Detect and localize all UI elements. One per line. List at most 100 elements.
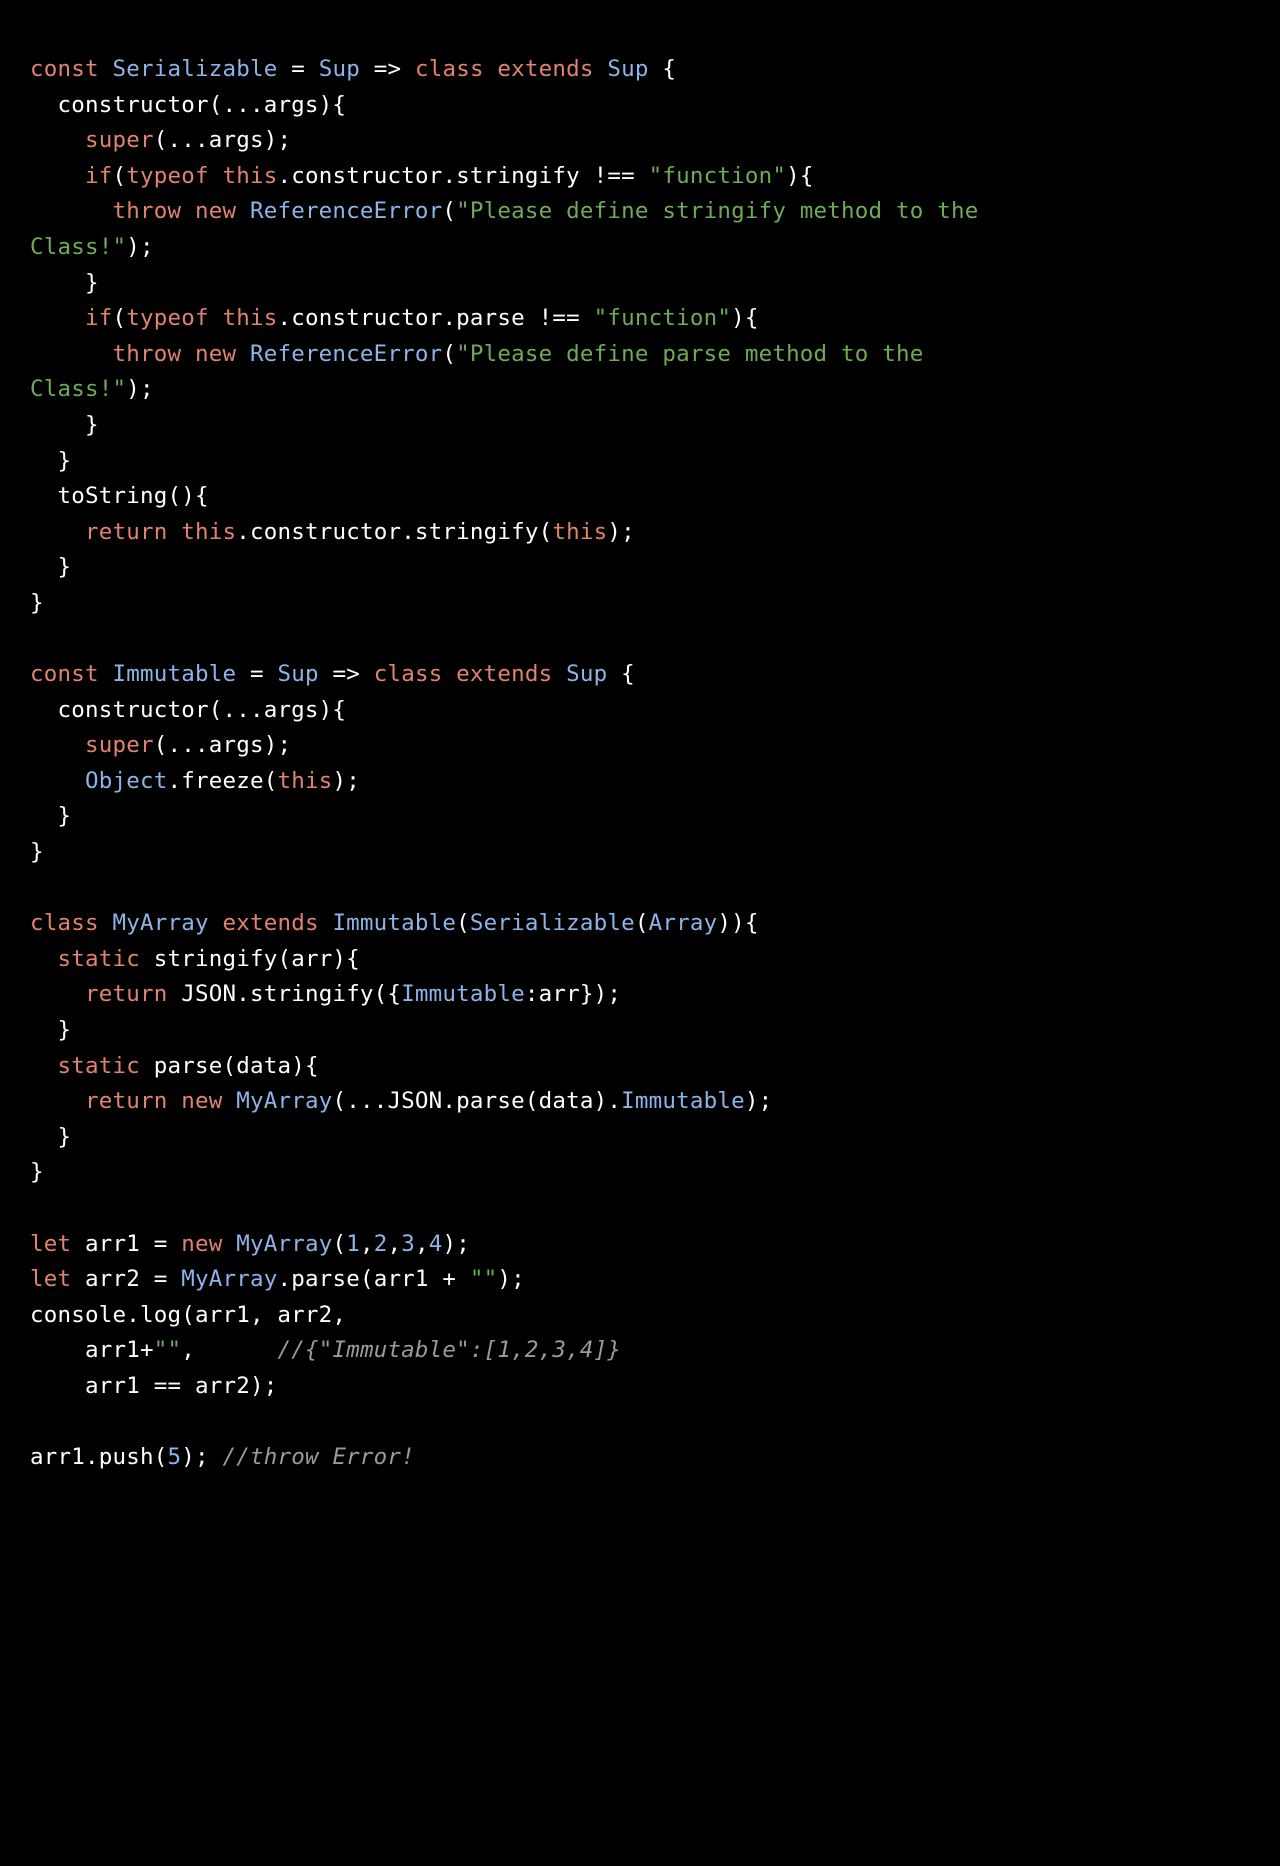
code-token-pl: .parse(arr1 + <box>277 1266 470 1293</box>
code-token-pl: :arr}); <box>524 981 622 1008</box>
code-token-str: "function" <box>648 162 787 189</box>
code-line: return this.constructor.stringify(this); <box>30 515 1040 551</box>
code-token-kw: this <box>552 518 608 545</box>
code-line: } <box>30 1120 1040 1156</box>
code-token-pl: , <box>387 1230 402 1257</box>
code-line: let arr1 = new MyArray(1,2,3,4); <box>30 1227 1040 1263</box>
code-token-kw: this <box>222 162 278 189</box>
code-line: } <box>30 408 1040 444</box>
code-line: } <box>30 266 1040 302</box>
code-token-kw: let <box>30 1230 85 1257</box>
code-token-typ: ReferenceError <box>249 340 443 367</box>
code-token-typ: MyArray <box>181 1266 278 1293</box>
code-token-cmt: //throw Error! <box>222 1444 415 1471</box>
code-token-pl: .constructor.parse !== <box>277 305 594 332</box>
code-token-cmt: //{"Immutable":[1,2,3,4]} <box>277 1337 622 1364</box>
code-line: } <box>30 586 1040 622</box>
code-token-pl: => <box>318 661 374 688</box>
code-token-pl: constructor(...args){ <box>30 696 347 723</box>
code-token-num: 1 <box>346 1230 360 1257</box>
code-line: arr1.push(5); //throw Error! <box>30 1440 1040 1476</box>
code-token-pl: ( <box>112 162 127 189</box>
code-token-pl: } <box>30 589 44 616</box>
code-token-pl: => <box>359 56 415 82</box>
code-token-pl: arr1+ <box>30 1337 154 1364</box>
code-token-kw: let <box>30 1266 85 1293</box>
code-line: throw new ReferenceError("Please define … <box>30 194 1040 265</box>
code-token-pl: .constructor.stringify !== <box>277 162 649 189</box>
code-token-pl: ); <box>607 518 635 545</box>
code-token-pl: } <box>30 554 72 581</box>
code-token-pl: { <box>648 56 677 82</box>
code-token-num: 2 <box>373 1230 388 1257</box>
code-token-pl: (...args); <box>153 732 292 759</box>
code-token-pl: arr2 = <box>85 1266 182 1293</box>
code-token-pl: ( <box>112 305 127 332</box>
code-line: arr1+"", //{"Immutable":[1,2,3,4]} <box>30 1333 1040 1369</box>
code-line: throw new ReferenceError("Please define … <box>30 337 1040 408</box>
code-token-pl: , <box>359 1230 374 1257</box>
code-line: Object.freeze(this); <box>30 764 1040 800</box>
code-token-pl: ( <box>442 340 457 367</box>
code-token-pl: ); <box>181 1444 223 1471</box>
code-token-pl: { <box>607 661 635 688</box>
code-token-pl: } <box>30 1159 44 1186</box>
code-token-pl: arr1 = <box>85 1230 182 1257</box>
code-line: super(...args); <box>30 728 1040 764</box>
code-token-typ: Sup <box>277 661 319 688</box>
code-token-pl: stringify(arr){ <box>153 945 360 972</box>
code-line: toString(){ <box>30 479 1040 515</box>
code-line: } <box>30 1155 1040 1191</box>
code-token-kw: extends <box>208 910 333 937</box>
code-token-pl: (...JSON.parse(data). <box>332 1088 622 1115</box>
code-token-kw: throw new <box>112 340 250 367</box>
code-line: let arr2 = MyArray.parse(arr1 + ""); <box>30 1262 1040 1298</box>
code-token-kw: throw new <box>112 198 250 225</box>
code-token-typ: Sup <box>607 56 649 82</box>
code-token-num: 3 <box>401 1230 415 1257</box>
code-line: if(typeof this.constructor.stringify !==… <box>30 159 1040 195</box>
code-token-pl: .freeze( <box>167 767 278 794</box>
code-token-pl: ); <box>442 1230 470 1257</box>
code-token-pl: } <box>30 1123 72 1150</box>
code-token-kw: if <box>85 162 113 189</box>
code-token-kw: this <box>277 767 333 794</box>
code-line: const Immutable = Sup => class extends S… <box>30 657 1040 693</box>
code-token-pl: ); <box>744 1088 773 1115</box>
code-line: super(...args); <box>30 123 1040 159</box>
code-token-str: "" <box>469 1266 498 1293</box>
code-line: class MyArray extends Immutable(Serializ… <box>30 906 1040 942</box>
code-token-typ: Immutable <box>401 981 525 1008</box>
code-token-pl: } <box>30 839 44 866</box>
code-token-kw: this <box>222 305 278 332</box>
code-token-kw: return new <box>85 1088 237 1115</box>
code-token-typ: ReferenceError <box>249 198 443 225</box>
code-token-str: "" <box>153 1337 182 1364</box>
code-token-pl: ); <box>126 376 154 403</box>
code-token-pl: ); <box>332 767 360 794</box>
code-line: static parse(data){ <box>30 1049 1040 1085</box>
code-token-kw: class <box>30 910 113 937</box>
code-line: arr1 == arr2); <box>30 1369 1040 1405</box>
code-line: constructor(...args){ <box>30 693 1040 729</box>
code-token-pl: } <box>30 411 99 438</box>
code-line: } <box>30 444 1040 480</box>
code-token-typ: Array <box>648 910 718 937</box>
code-line: constructor(...args){ <box>30 88 1040 124</box>
code-token-pl: ( <box>332 1230 347 1257</box>
code-token-pl: ( <box>634 910 649 937</box>
code-token-kw: return <box>85 518 182 545</box>
code-token-num: 4 <box>428 1230 443 1257</box>
code-token-pl: JSON.stringify({ <box>181 981 402 1008</box>
code-editor-content[interactable]: const Serializable = Sup => class extend… <box>30 52 1040 1476</box>
code-line: } <box>30 1013 1040 1049</box>
